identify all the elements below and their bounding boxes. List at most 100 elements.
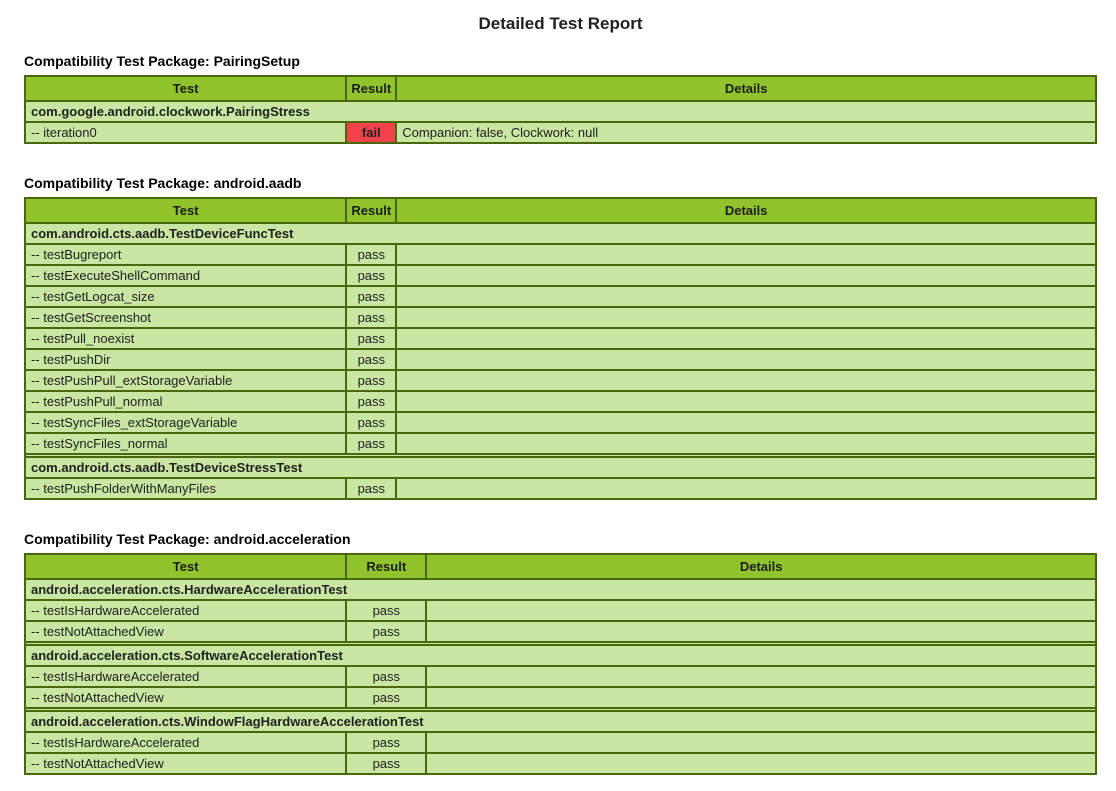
results-table-body: com.android.cts.aadb.TestDeviceFuncTest … <box>25 223 1096 499</box>
test-details-cell <box>396 391 1096 412</box>
test-name-cell: -- testGetScreenshot <box>25 307 346 328</box>
results-table: Test Result Details com.google.android.c… <box>24 75 1097 144</box>
table-header-row: Test Result Details <box>25 554 1096 579</box>
test-details-cell <box>396 478 1096 499</box>
test-result-cell: fail <box>346 122 396 143</box>
test-name-cell: -- testIsHardwareAccelerated <box>25 666 346 687</box>
package-section: Compatibility Test Package: android.aadb… <box>24 175 1097 500</box>
test-name-cell: -- testPushDir <box>25 349 346 370</box>
test-class-name: com.android.cts.aadb.TestDeviceFuncTest <box>25 223 1096 244</box>
test-name-cell: -- testPushPull_extStorageVariable <box>25 370 346 391</box>
table-header-row: Test Result Details <box>25 198 1096 223</box>
test-name-cell: -- testNotAttachedView <box>25 687 346 708</box>
test-details-cell <box>396 412 1096 433</box>
test-row: -- testPushPull_normal pass <box>25 391 1096 412</box>
test-row: -- testBugreport pass <box>25 244 1096 265</box>
test-class-name: android.acceleration.cts.HardwareAcceler… <box>25 579 1096 600</box>
table-header-row: Test Result Details <box>25 76 1096 101</box>
test-row: -- testSyncFiles_extStorageVariable pass <box>25 412 1096 433</box>
test-class-name: android.acceleration.cts.SoftwareAcceler… <box>25 645 1096 666</box>
test-class-name: android.acceleration.cts.WindowFlagHardw… <box>25 711 1096 732</box>
package-heading: Compatibility Test Package: android.aadb <box>24 175 1097 191</box>
column-header-result: Result <box>346 76 396 101</box>
detailed-test-report-page: { "title": "Detailed Test Report", "labe… <box>0 0 1116 791</box>
results-table: Test Result Details android.acceleration… <box>24 553 1097 775</box>
test-details-cell <box>426 666 1096 687</box>
column-header-test: Test <box>25 554 346 579</box>
test-name-cell: -- testIsHardwareAccelerated <box>25 732 346 753</box>
results-table-body: com.google.android.clockwork.PairingStre… <box>25 101 1096 143</box>
package-heading: Compatibility Test Package: android.acce… <box>24 531 1097 547</box>
test-row: -- testIsHardwareAccelerated pass <box>25 666 1096 687</box>
test-class-row: com.google.android.clockwork.PairingStre… <box>25 101 1096 122</box>
test-details-cell <box>396 286 1096 307</box>
test-row: -- testPushDir pass <box>25 349 1096 370</box>
column-header-test: Test <box>25 198 346 223</box>
test-result-cell: pass <box>346 621 426 642</box>
column-header-details: Details <box>396 76 1096 101</box>
test-name-cell: -- testNotAttachedView <box>25 753 346 774</box>
results-table: Test Result Details com.android.cts.aadb… <box>24 197 1097 500</box>
test-result-cell: pass <box>346 307 396 328</box>
test-class-row: android.acceleration.cts.HardwareAcceler… <box>25 579 1096 600</box>
test-details-cell <box>396 244 1096 265</box>
column-header-details: Details <box>426 554 1096 579</box>
test-row: -- testIsHardwareAccelerated pass <box>25 600 1096 621</box>
test-details-cell <box>426 687 1096 708</box>
test-details-cell <box>396 349 1096 370</box>
test-row: -- testIsHardwareAccelerated pass <box>25 732 1096 753</box>
test-name-cell: -- testNotAttachedView <box>25 621 346 642</box>
test-details-cell <box>426 600 1096 621</box>
test-result-cell: pass <box>346 433 396 454</box>
test-name-cell: -- iteration0 <box>25 122 346 143</box>
test-row: -- testSyncFiles_normal pass <box>25 433 1096 454</box>
package-heading: Compatibility Test Package: PairingSetup <box>24 53 1097 69</box>
test-row: -- testNotAttachedView pass <box>25 753 1096 774</box>
test-details-cell <box>426 732 1096 753</box>
test-name-cell: -- testExecuteShellCommand <box>25 265 346 286</box>
test-result-cell: pass <box>346 391 396 412</box>
test-class-row: android.acceleration.cts.WindowFlagHardw… <box>25 711 1096 732</box>
test-name-cell: -- testBugreport <box>25 244 346 265</box>
test-result-cell: pass <box>346 600 426 621</box>
test-row: -- testGetScreenshot pass <box>25 307 1096 328</box>
page-title: Detailed Test Report <box>24 14 1097 34</box>
test-details-cell <box>396 328 1096 349</box>
test-result-cell: pass <box>346 666 426 687</box>
test-row: -- testExecuteShellCommand pass <box>25 265 1096 286</box>
test-details-cell <box>426 621 1096 642</box>
test-result-cell: pass <box>346 412 396 433</box>
test-details-cell <box>426 753 1096 774</box>
test-class-name: com.google.android.clockwork.PairingStre… <box>25 101 1096 122</box>
test-name-cell: -- testSyncFiles_normal <box>25 433 346 454</box>
package-section: Compatibility Test Package: PairingSetup… <box>24 53 1097 144</box>
test-name-cell: -- testIsHardwareAccelerated <box>25 600 346 621</box>
test-result-cell: pass <box>346 265 396 286</box>
test-name-cell: -- testPushFolderWithManyFiles <box>25 478 346 499</box>
results-table-body: android.acceleration.cts.HardwareAcceler… <box>25 579 1096 774</box>
test-result-cell: pass <box>346 328 396 349</box>
test-class-name: com.android.cts.aadb.TestDeviceStressTes… <box>25 457 1096 478</box>
test-result-cell: pass <box>346 244 396 265</box>
test-class-row: com.android.cts.aadb.TestDeviceStressTes… <box>25 457 1096 478</box>
test-details-cell <box>396 370 1096 391</box>
test-row: -- testPull_noexist pass <box>25 328 1096 349</box>
test-result-cell: pass <box>346 478 396 499</box>
column-header-details: Details <box>396 198 1096 223</box>
test-result-cell: pass <box>346 753 426 774</box>
test-row: -- testNotAttachedView pass <box>25 687 1096 708</box>
test-name-cell: -- testGetLogcat_size <box>25 286 346 307</box>
test-details-cell <box>396 265 1096 286</box>
column-header-result: Result <box>346 198 396 223</box>
column-header-result: Result <box>346 554 426 579</box>
test-name-cell: -- testPull_noexist <box>25 328 346 349</box>
test-result-cell: pass <box>346 732 426 753</box>
test-class-row: android.acceleration.cts.SoftwareAcceler… <box>25 645 1096 666</box>
test-result-cell: pass <box>346 370 396 391</box>
package-section: Compatibility Test Package: android.acce… <box>24 531 1097 775</box>
test-details-cell <box>396 307 1096 328</box>
test-result-cell: pass <box>346 687 426 708</box>
test-row: -- iteration0 fail Companion: false, Clo… <box>25 122 1096 143</box>
test-class-row: com.android.cts.aadb.TestDeviceFuncTest <box>25 223 1096 244</box>
test-row: -- testNotAttachedView pass <box>25 621 1096 642</box>
